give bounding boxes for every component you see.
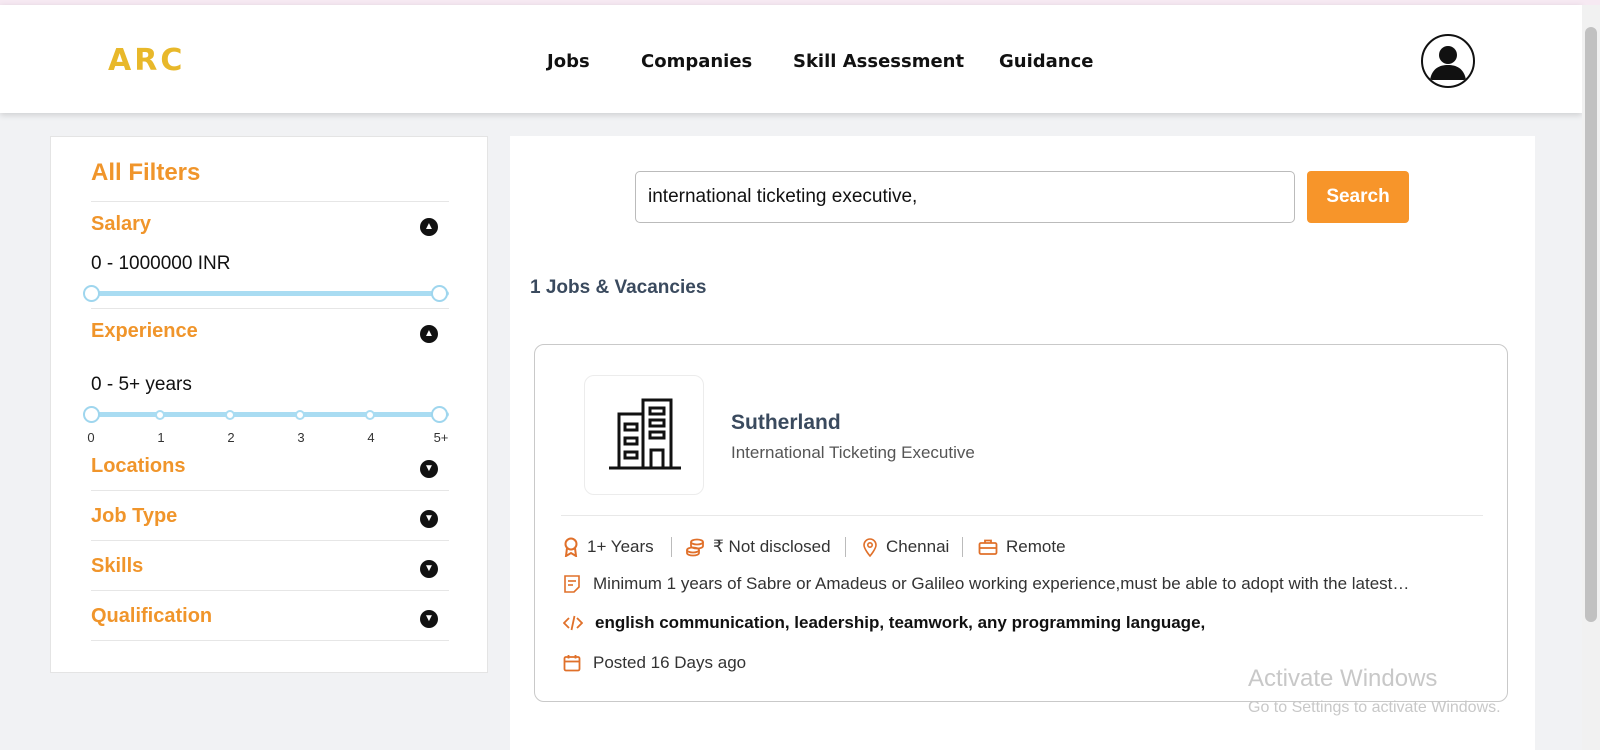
divider <box>561 515 1483 516</box>
experience-range-value: 0 - 5+ years <box>91 374 192 395</box>
arc-logo[interactable]: ARC <box>108 43 185 78</box>
location-meta: Chennai <box>862 535 949 559</box>
code-icon <box>563 615 583 631</box>
results-count: 1 Jobs & Vacancies <box>530 277 707 298</box>
divider <box>91 640 449 641</box>
nav-guidance[interactable]: Guidance <box>999 51 1093 72</box>
experience-tick-label: 1 <box>157 430 165 445</box>
filter-job-type-label[interactable]: Job Type <box>91 505 177 528</box>
location-text: Chennai <box>886 537 950 556</box>
filter-salary-label[interactable]: Salary <box>91 213 151 236</box>
windows-activation-watermark: Activate Windows <box>1248 665 1438 692</box>
filters-title: All Filters <box>91 159 201 186</box>
salary-text: ₹ Not disclosed <box>713 537 831 556</box>
salary-slider-track[interactable] <box>91 291 449 296</box>
separator <box>671 537 672 557</box>
separator <box>962 537 963 557</box>
divider <box>91 201 449 202</box>
document-icon <box>564 575 580 593</box>
scrollbar-thumb[interactable] <box>1585 27 1597 622</box>
experience-tick-dot <box>295 410 305 420</box>
building-icon <box>609 398 681 470</box>
job-card[interactable]: Sutherland International Ticketing Execu… <box>534 344 1508 702</box>
experience-text: 1+ Years <box>587 537 654 556</box>
search-button[interactable]: Search <box>1307 171 1409 223</box>
nav-skill-assessment[interactable]: Skill Assessment <box>793 51 964 72</box>
job-type-text: Remote <box>1006 537 1066 556</box>
divider <box>91 540 449 541</box>
chevron-up-icon[interactable]: ▲ <box>420 218 438 236</box>
user-avatar-icon[interactable] <box>1421 34 1475 88</box>
site-header: ARC Jobs Companies Skill Assessment Guid… <box>0 5 1582 113</box>
experience-tick-dot <box>155 410 165 420</box>
calendar-icon <box>563 655 581 672</box>
experience-tick-label: 2 <box>227 430 235 445</box>
coins-icon <box>686 538 704 557</box>
nav-companies[interactable]: Companies <box>641 51 752 72</box>
experience-tick-dot <box>365 410 375 420</box>
briefcase-icon <box>978 539 998 555</box>
award-icon <box>564 537 578 557</box>
job-type-meta: Remote <box>978 535 1066 559</box>
experience-tick-label: 4 <box>367 430 375 445</box>
salary-meta: ₹ Not disclosed <box>685 535 831 559</box>
search-input[interactable] <box>635 171 1295 223</box>
experience-slider-track[interactable] <box>91 412 449 417</box>
salary-range-value: 0 - 1000000 INR <box>91 253 231 274</box>
job-title: International Ticketing Executive <box>731 443 975 462</box>
experience-meta: 1+ Years <box>563 535 654 559</box>
company-logo <box>584 375 704 495</box>
company-name[interactable]: Sutherland <box>731 411 841 435</box>
chevron-down-icon[interactable]: ▼ <box>420 610 438 628</box>
salary-max-handle[interactable] <box>431 285 448 302</box>
divider <box>91 490 449 491</box>
filter-experience-label[interactable]: Experience <box>91 320 198 343</box>
posted-row: Posted 16 Days ago <box>563 653 746 673</box>
filter-locations-label[interactable]: Locations <box>91 455 185 478</box>
filter-skills-label[interactable]: Skills <box>91 555 143 578</box>
experience-tick-label: 5+ <box>433 430 449 445</box>
chevron-down-icon[interactable]: ▼ <box>420 560 438 578</box>
posted-date: Posted 16 Days ago <box>593 653 747 672</box>
salary-min-handle[interactable] <box>83 285 100 302</box>
page-scrollbar[interactable] <box>1582 5 1600 750</box>
description-row: Minimum 1 years of Sabre or Amadeus or G… <box>563 574 1409 594</box>
experience-tick-label: 0 <box>87 430 95 445</box>
nav-jobs[interactable]: Jobs <box>547 51 590 72</box>
experience-tick-dot <box>225 410 235 420</box>
chevron-up-icon[interactable]: ▲ <box>420 325 438 343</box>
location-pin-icon <box>863 538 877 557</box>
windows-activation-hint: Go to Settings to activate Windows. <box>1248 699 1501 716</box>
job-skills: english communication, leadership, teamw… <box>595 613 1206 632</box>
skills-row: english communication, leadership, teamw… <box>563 613 1205 633</box>
experience-tick-label: 3 <box>297 430 305 445</box>
chevron-down-icon[interactable]: ▼ <box>420 510 438 528</box>
chevron-down-icon[interactable]: ▼ <box>420 460 438 478</box>
results-panel: Search 1 Jobs & Vacancies Sutherland <box>510 136 1535 750</box>
experience-max-handle[interactable] <box>431 406 448 423</box>
divider <box>91 308 449 309</box>
job-description: Minimum 1 years of Sabre or Amadeus or G… <box>593 574 1410 593</box>
filter-qualification-label[interactable]: Qualification <box>91 605 212 628</box>
experience-min-handle[interactable] <box>83 406 100 423</box>
filters-panel: All Filters Salary ▲ 0 - 1000000 INR Exp… <box>50 136 488 673</box>
separator <box>845 537 846 557</box>
divider <box>91 590 449 591</box>
